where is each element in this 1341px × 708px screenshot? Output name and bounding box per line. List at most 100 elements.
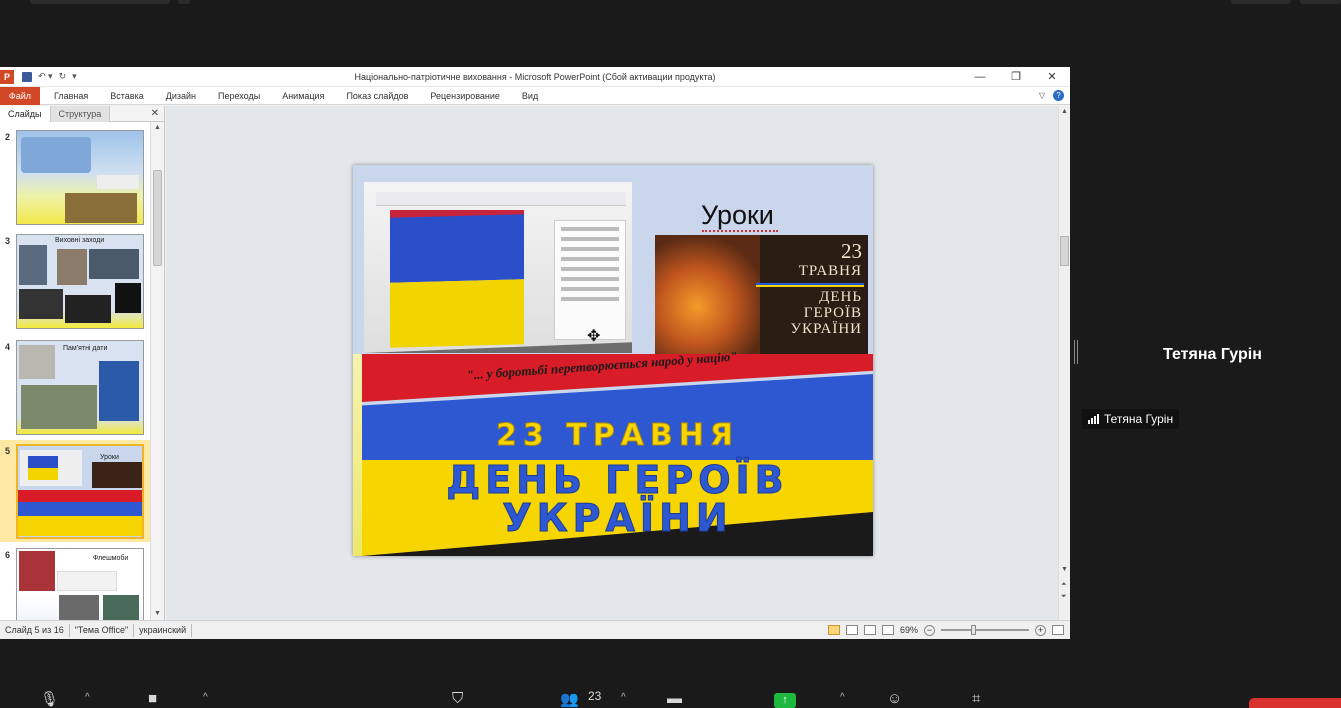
top-chip <box>178 0 190 4</box>
apps-icon[interactable]: ⌗ <box>972 690 980 707</box>
slide-canvas[interactable]: Уроки 23 ТРАВНЯ ДЕНЬ ГЕРОЇВ УКРАЇНИ "...… <box>166 106 1058 620</box>
card-line-2: ГЕРОЇВ <box>803 305 862 321</box>
undo-icon[interactable]: ↶ ▾ <box>38 71 53 82</box>
normal-view-icon[interactable] <box>827 625 840 635</box>
scroll-up-icon[interactable]: ▲ <box>154 124 161 131</box>
thumbnail-slide-2[interactable]: 2 <box>0 126 150 228</box>
ribbon-collapse-icon[interactable]: ▽ <box>1039 91 1045 100</box>
scroll-thumb[interactable] <box>153 170 162 266</box>
canvas-scrollbar[interactable]: ▲ ▼ ⏶ ⏷ <box>1058 106 1070 620</box>
redo-icon[interactable]: ↻ <box>59 71 67 82</box>
tab-design[interactable]: Дизайн <box>155 91 207 101</box>
top-chip <box>30 0 170 4</box>
ukrainian-flag <box>390 214 524 348</box>
fit-to-window-icon[interactable] <box>1052 625 1064 635</box>
tab-file[interactable]: Файл <box>0 86 40 105</box>
minimize-button[interactable]: — <box>962 67 998 87</box>
zoom-level[interactable]: 69% <box>900 625 918 635</box>
customize-qat-icon[interactable]: ▾ <box>72 71 77 82</box>
tab-animations[interactable]: Анимация <box>271 91 335 101</box>
thumbnail-image <box>16 130 144 225</box>
zoom-slider[interactable] <box>941 625 1029 635</box>
reactions-icon[interactable]: ☺ <box>887 690 902 707</box>
window-controls: — ❐ ✕ <box>962 67 1070 87</box>
video-options-chevron-icon[interactable]: ^ <box>203 692 208 703</box>
prev-slide-icon[interactable]: ⏶ <box>1061 581 1067 589</box>
slide-sorter-icon[interactable] <box>845 625 858 635</box>
tab-slides[interactable]: Слайды <box>0 105 51 122</box>
microphone-icon[interactable]: 🎙 <box>40 690 59 708</box>
tab-home[interactable]: Главная <box>43 91 99 101</box>
tab-insert[interactable]: Вставка <box>99 91 154 101</box>
thumbnail-image: Флешмоби <box>16 548 144 620</box>
next-slide-icon[interactable]: ⏷ <box>1061 593 1067 601</box>
participant-name: Тетяна Гурін <box>1163 346 1262 363</box>
scroll-down-icon[interactable]: ▼ <box>154 610 161 617</box>
ribbon-tabs: Файл Главная Вставка Дизайн Переходы Ани… <box>0 86 1070 105</box>
tab-slideshow[interactable]: Показ слайдов <box>335 91 419 101</box>
scroll-thumb[interactable] <box>1060 236 1069 266</box>
thumb-photo <box>103 595 139 620</box>
thumb-photo <box>19 345 55 379</box>
scroll-down-icon[interactable]: ▼ <box>1061 566 1068 573</box>
participants-icon[interactable]: 👥 <box>560 690 579 708</box>
close-button[interactable]: ✕ <box>1034 67 1070 87</box>
thumb-photo <box>19 245 47 285</box>
thumbnail-number: 6 <box>5 550 11 560</box>
video-camera-icon[interactable]: ■ <box>148 690 157 707</box>
share-screen-button[interactable]: ↑ <box>774 693 796 708</box>
slide[interactable]: Уроки 23 ТРАВНЯ ДЕНЬ ГЕРОЇВ УКРАЇНИ "...… <box>353 165 873 556</box>
title-bar: P ↶ ▾ ↻ ▾ Національно-патріотичне вихова… <box>0 67 1070 87</box>
thumb-photo <box>21 137 91 173</box>
thumbnail-slide-4[interactable]: 4 Пам'ятні дати <box>0 336 150 438</box>
slideshow-view-icon[interactable] <box>881 625 894 635</box>
thumbnail-number: 2 <box>5 132 11 142</box>
help-icon[interactable]: ? <box>1053 90 1064 101</box>
thumbnail-image: Уроки <box>16 444 144 539</box>
zoom-out-icon[interactable]: − <box>924 624 935 636</box>
card-line-3: УКРАЇНИ <box>790 321 862 337</box>
fire-image <box>655 235 760 354</box>
zoom-slider-knob[interactable] <box>971 625 976 635</box>
thumb-text-block <box>97 175 139 189</box>
tab-outline[interactable]: Структура <box>50 105 111 122</box>
share-options-chevron-icon[interactable]: ^ <box>840 692 845 703</box>
audio-options-chevron-icon[interactable]: ^ <box>85 692 90 703</box>
reading-view-icon[interactable] <box>863 625 876 635</box>
language[interactable]: украинский <box>134 623 193 637</box>
panel-divider-handle[interactable] <box>1074 340 1078 364</box>
powerpoint-logo-icon[interactable]: P <box>0 69 14 84</box>
thumb-stripe <box>18 502 142 516</box>
security-shield-icon[interactable]: ⛉ <box>452 690 463 707</box>
zoom-in-icon[interactable]: + <box>1035 624 1046 636</box>
tab-review[interactable]: Рецензирование <box>419 91 511 101</box>
thumb-photo <box>20 450 82 486</box>
panel-scrollbar[interactable]: ▲ ▼ <box>150 122 164 620</box>
tab-view[interactable]: Вид <box>511 91 549 101</box>
end-meeting-button[interactable] <box>1249 698 1341 708</box>
photo-dialog <box>554 220 626 340</box>
card-line-1: ДЕНЬ <box>819 289 862 305</box>
participants-options-chevron-icon[interactable]: ^ <box>621 692 626 703</box>
close-panel-icon[interactable]: ✕ <box>151 108 159 119</box>
restore-button[interactable]: ❐ <box>998 67 1034 87</box>
thumbnail-title: Флешмоби <box>93 555 129 562</box>
thumbnail-slide-6[interactable]: 6 Флешмоби <box>0 544 150 620</box>
thumbnail-title: Виховні заходи <box>55 237 105 244</box>
status-bar: Слайд 5 из 16 "Тема Office" украинский 6… <box>0 620 1070 639</box>
thumbnail-image: Виховні заходи <box>16 234 144 329</box>
slide-edge-gradient <box>353 354 362 556</box>
thumbnail-slide-5[interactable]: 5 Уроки <box>0 440 150 542</box>
thumbnail-slide-3[interactable]: 3 Виховні заходи <box>0 230 150 332</box>
thumb-photo <box>65 193 137 223</box>
save-icon[interactable] <box>22 71 32 82</box>
thumbnail-image: Пам'ятні дати <box>16 340 144 435</box>
thumbnail-title: Пам'ятні дати <box>63 345 108 352</box>
thumb-photo <box>21 385 97 429</box>
chat-icon[interactable]: ▬ <box>667 690 682 707</box>
tab-transitions[interactable]: Переходы <box>207 91 271 101</box>
scroll-up-icon[interactable]: ▲ <box>1061 108 1068 115</box>
thumbnail-title: Уроки <box>100 454 119 461</box>
theme-name: "Тема Office" <box>70 623 135 637</box>
card-month: ТРАВНЯ <box>798 263 862 279</box>
